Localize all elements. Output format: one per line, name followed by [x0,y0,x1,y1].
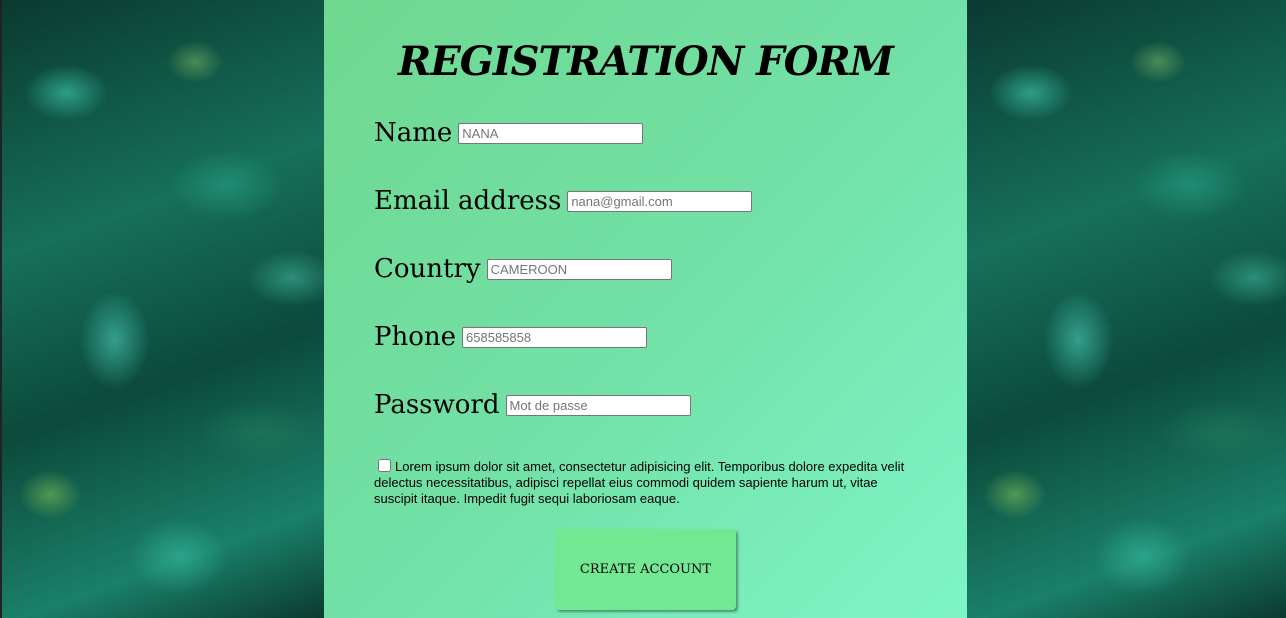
password-label: Password [374,390,500,420]
form-title: REGISTRATION FORM [398,38,894,85]
background-water-image-left [0,0,324,618]
password-input[interactable] [505,395,691,416]
email-label: Email address [374,186,562,216]
email-input[interactable] [567,191,753,212]
name-label: Name [374,118,453,148]
email-row: Email address [374,186,753,216]
country-label: Country [374,254,481,284]
phone-label: Phone [374,322,457,352]
name-input[interactable] [458,123,644,144]
create-account-button[interactable]: CREATE ACCOUNT [555,529,736,610]
phone-input[interactable] [462,327,648,348]
password-row: Password [374,390,691,420]
terms-text: Lorem ipsum dolor sit amet, consectetur … [374,459,905,506]
name-row: Name [374,118,644,148]
terms-checkbox[interactable] [378,459,391,472]
phone-row: Phone [374,322,648,352]
terms-block: Lorem ipsum dolor sit amet, consectetur … [374,459,922,507]
country-input[interactable] [486,259,672,280]
registration-panel: REGISTRATION FORM Name Email address Cou… [324,0,967,618]
country-row: Country [374,254,672,284]
background-water-image-right [967,0,1286,618]
